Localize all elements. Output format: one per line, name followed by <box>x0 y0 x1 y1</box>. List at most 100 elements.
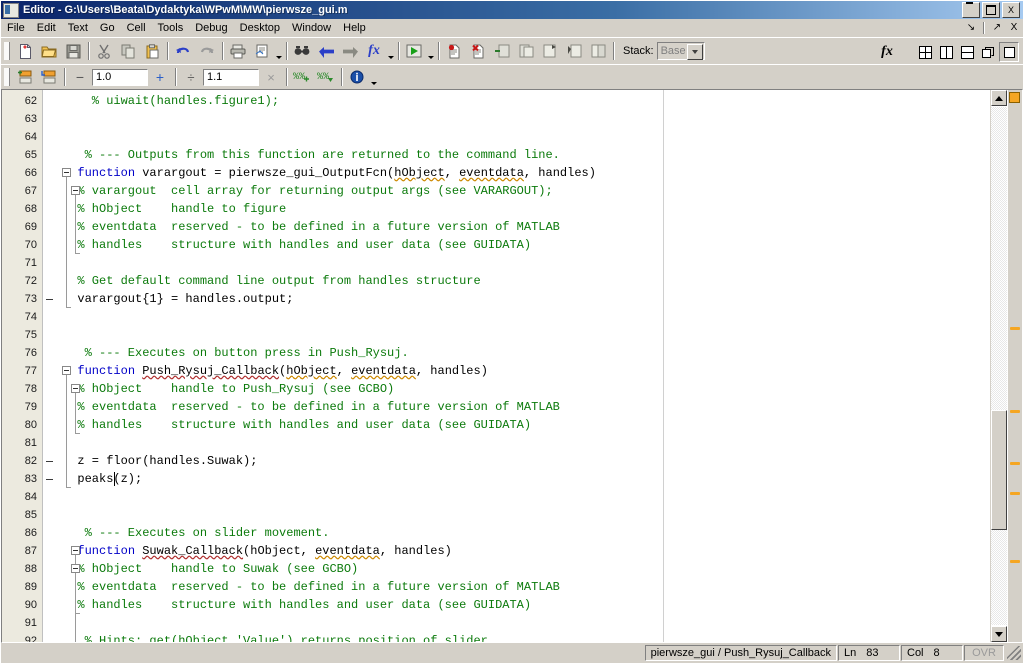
info-icon[interactable] <box>345 65 369 89</box>
mlint-warning-marker[interactable] <box>1010 327 1020 330</box>
code-line[interactable]: % Get default command line output from h… <box>61 272 990 290</box>
print-icon[interactable] <box>226 39 250 63</box>
code-line[interactable] <box>61 254 990 272</box>
menu-text[interactable]: Text <box>62 21 94 35</box>
mlint-warning-marker[interactable] <box>1010 560 1020 563</box>
code-line[interactable] <box>61 506 990 524</box>
undo-icon[interactable] <box>171 39 195 63</box>
code-fold-toggle[interactable] <box>71 546 80 555</box>
run-dropdown-arrow-icon[interactable] <box>426 37 435 65</box>
menu-debug[interactable]: Debug <box>189 21 233 35</box>
function-browser-icon[interactable]: fx <box>362 39 386 63</box>
maximize-button[interactable] <box>982 2 1000 18</box>
code-line[interactable] <box>61 488 990 506</box>
layout-split-horz-icon[interactable] <box>957 42 977 62</box>
code-line[interactable] <box>61 326 990 344</box>
mlint-warning-marker[interactable] <box>1010 492 1020 495</box>
code-line[interactable]: % hObject handle to figure <box>61 200 990 218</box>
increment-icon[interactable]: + <box>148 65 172 89</box>
menu-help[interactable]: Help <box>337 21 372 35</box>
menu-window[interactable]: Window <box>286 21 337 35</box>
save-icon[interactable] <box>61 39 85 63</box>
exit-debug-icon[interactable] <box>586 39 610 63</box>
code-line[interactable]: % eventdata reserved - to be defined in … <box>61 398 990 416</box>
code-line[interactable]: varargout{1} = handles.output; <box>61 290 990 308</box>
code-line[interactable] <box>61 614 990 632</box>
menu-cell[interactable]: Cell <box>121 21 152 35</box>
code-line[interactable]: function varargout = pierwsze_gui_Output… <box>61 164 990 182</box>
set-breakpoint-icon[interactable] <box>442 39 466 63</box>
divide-value-input[interactable] <box>203 68 259 86</box>
code-line[interactable]: % Hints: get(hObject,'Value') returns po… <box>61 632 990 642</box>
paste-icon[interactable] <box>140 39 164 63</box>
mlint-warning-marker[interactable] <box>1010 462 1020 465</box>
code-fold-toggle[interactable] <box>71 384 80 393</box>
chevron-down-icon[interactable] <box>686 44 703 60</box>
dock-icon[interactable]: ↘ <box>964 21 978 35</box>
code-line[interactable] <box>61 128 990 146</box>
code-fold-toggle[interactable] <box>71 186 80 195</box>
code-line[interactable] <box>61 434 990 452</box>
open-folder-icon[interactable] <box>37 39 61 63</box>
subtract-value-input[interactable] <box>92 68 148 86</box>
forward-arrow-icon[interactable] <box>338 39 362 63</box>
code-line[interactable]: % varargout cell array for returning out… <box>61 182 990 200</box>
scrollbar-track[interactable] <box>991 107 1007 625</box>
info-dropdown-arrow-icon[interactable] <box>369 63 378 91</box>
code-line[interactable]: % hObject handle to Push_Rysuj (see GCBO… <box>61 380 990 398</box>
code-line[interactable]: function Suwak_Callback(hObject, eventda… <box>61 542 990 560</box>
code-text-area[interactable]: % uiwait(handles.figure1); % --- Outputs… <box>61 90 990 642</box>
menu-edit[interactable]: Edit <box>31 21 62 35</box>
step-out-icon[interactable] <box>538 39 562 63</box>
code-fold-toggle[interactable] <box>62 168 71 177</box>
code-line[interactable]: % eventdata reserved - to be defined in … <box>61 218 990 236</box>
code-line[interactable] <box>61 110 990 128</box>
code-line[interactable]: % handles structure with handles and use… <box>61 416 990 434</box>
code-fold-toggle[interactable] <box>71 564 80 573</box>
copy-icon[interactable] <box>116 39 140 63</box>
vertical-scrollbar[interactable] <box>990 90 1007 642</box>
close-document-icon[interactable]: X <box>1007 21 1021 35</box>
code-line[interactable]: peaks(z); <box>61 470 990 488</box>
cut-icon[interactable] <box>92 39 116 63</box>
code-line[interactable]: % eventdata reserved - to be defined in … <box>61 578 990 596</box>
menu-tools[interactable]: Tools <box>152 21 190 35</box>
run-icon[interactable] <box>402 39 426 63</box>
step-icon[interactable] <box>490 39 514 63</box>
fx-button[interactable]: fx <box>875 40 899 64</box>
layout-tile-icon[interactable] <box>915 42 935 62</box>
cell-mode-plus-icon[interactable]: %% <box>290 65 314 89</box>
decrement-icon[interactable]: − <box>68 65 92 89</box>
new-file-icon[interactable] <box>13 39 37 63</box>
multiply-icon[interactable]: × <box>259 65 283 89</box>
redo-icon[interactable] <box>195 39 219 63</box>
cell-toolbar-grip[interactable] <box>4 68 10 86</box>
code-line[interactable]: % --- Executes on button press in Push_R… <box>61 344 990 362</box>
menu-go[interactable]: Go <box>94 21 121 35</box>
mlint-warning-marker[interactable] <box>1010 410 1020 413</box>
minimize-button[interactable] <box>962 2 980 18</box>
mlint-indicator-strip[interactable] <box>1007 90 1022 642</box>
back-arrow-icon[interactable] <box>314 39 338 63</box>
status-overwrite[interactable]: OVR <box>964 645 1004 661</box>
scrollbar-thumb[interactable] <box>991 410 1007 530</box>
layout-float-icon[interactable] <box>978 42 998 62</box>
code-line[interactable]: % handles structure with handles and use… <box>61 596 990 614</box>
code-line[interactable]: % uiwait(handles.figure1); <box>61 92 990 110</box>
mlint-status-box[interactable] <box>1009 92 1020 103</box>
stack-dropdown[interactable]: Base <box>656 42 705 60</box>
layout-split-vert-icon[interactable] <box>936 42 956 62</box>
step-in-icon[interactable] <box>514 39 538 63</box>
menu-file[interactable]: File <box>1 21 31 35</box>
continue-icon[interactable] <box>562 39 586 63</box>
print-dropdown-arrow-icon[interactable] <box>274 37 283 65</box>
code-fold-toggle[interactable] <box>62 366 71 375</box>
insert-cell-icon[interactable] <box>13 65 37 89</box>
menu-desktop[interactable]: Desktop <box>234 21 286 35</box>
toolbar-grip[interactable] <box>4 42 10 60</box>
code-line[interactable]: % --- Outputs from this function are ret… <box>61 146 990 164</box>
find-icon[interactable] <box>290 39 314 63</box>
fold-column[interactable] <box>43 90 61 642</box>
close-button[interactable]: X <box>1002 2 1020 18</box>
code-line[interactable]: % hObject handle to Suwak (see GCBO) <box>61 560 990 578</box>
